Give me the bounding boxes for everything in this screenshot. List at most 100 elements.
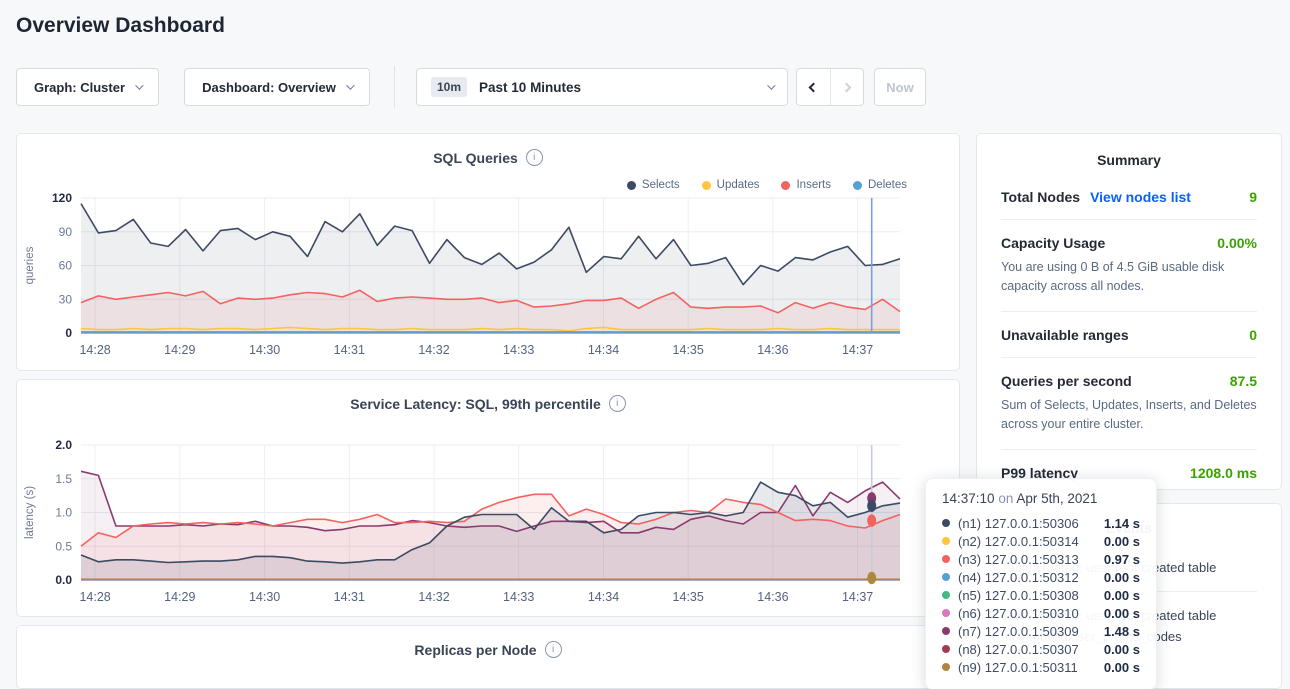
tooltip-node-value: 0.00 s — [1104, 606, 1140, 621]
tooltip-node-value: 0.00 s — [1104, 588, 1140, 603]
legend-dot-icon — [702, 181, 711, 190]
replicas-per-node-title: Replicas per Node — [414, 642, 536, 658]
tooltip-node-row: (n6) 127.0.0.1:50310 0.00 s — [942, 604, 1140, 622]
svg-text:14:29: 14:29 — [164, 590, 195, 604]
svg-text:queries: queries — [24, 246, 36, 284]
svg-text:0.0: 0.0 — [55, 573, 72, 587]
summary-row-description: Sum of Selects, Updates, Inserts, and De… — [1001, 396, 1257, 435]
summary-row-label: Total Nodes — [1001, 189, 1080, 205]
svg-text:14:35: 14:35 — [673, 590, 704, 604]
svg-text:14:33: 14:33 — [503, 343, 534, 357]
tooltip-node-label: (n8) 127.0.0.1:50307 — [958, 642, 1079, 657]
tooltip-node-label: (n4) 127.0.0.1:50312 — [958, 570, 1079, 585]
tooltip-node-label: (n2) 127.0.0.1:50314 — [958, 534, 1079, 549]
tooltip-node-value: 1.14 s — [1104, 516, 1140, 531]
time-window-badge: 10m — [431, 77, 467, 97]
tooltip-node-row: (n9) 127.0.0.1:50311 0.00 s — [942, 658, 1140, 676]
chevron-right-icon — [842, 82, 852, 92]
info-icon[interactable]: i — [545, 641, 562, 658]
summary-row: Queries per second 87.5 Sum of Selects, … — [1001, 357, 1257, 449]
summary-row-value: 0.00% — [1217, 235, 1257, 251]
tooltip-node-row: (n3) 127.0.0.1:50313 0.97 s — [942, 550, 1140, 568]
summary-row-label: Queries per second — [1001, 373, 1132, 389]
svg-text:120: 120 — [52, 191, 72, 205]
tooltip-node-row: (n4) 127.0.0.1:50312 0.00 s — [942, 568, 1140, 586]
summary-row-value: 0 — [1249, 327, 1257, 343]
summary-row-description: You are using 0 B of 4.5 GiB usable disk… — [1001, 258, 1257, 297]
service-latency-title: Service Latency: SQL, 99th percentile — [350, 396, 601, 412]
chevron-down-icon — [767, 81, 775, 89]
sql-queries-title: SQL Queries — [433, 150, 518, 166]
svg-text:0.5: 0.5 — [55, 539, 72, 553]
summary-title: Summary — [1001, 152, 1257, 168]
svg-text:14:30: 14:30 — [249, 590, 280, 604]
time-window-label: Past 10 Minutes — [479, 80, 755, 95]
svg-text:14:37: 14:37 — [842, 590, 873, 604]
replicas-per-node-card: Replicas per Node i — [16, 625, 960, 689]
tooltip-node-row: (n1) 127.0.0.1:50306 1.14 s — [942, 514, 1140, 532]
previous-time-button[interactable] — [797, 69, 830, 105]
legend-dot-icon — [627, 181, 636, 190]
next-time-button[interactable] — [830, 69, 863, 105]
tooltip-node-value: 0.00 s — [1104, 660, 1140, 675]
tooltip-node-value: 0.97 s — [1104, 552, 1140, 567]
tooltip-node-value: 1.48 s — [1104, 624, 1140, 639]
svg-text:14:36: 14:36 — [757, 590, 788, 604]
tooltip-node-value: 0.00 s — [1104, 570, 1140, 585]
svg-text:1.5: 1.5 — [55, 472, 72, 486]
svg-text:30: 30 — [59, 292, 73, 306]
controls-divider — [394, 66, 395, 108]
info-icon[interactable]: i — [526, 149, 543, 166]
series-dot-icon — [942, 519, 950, 527]
legend-dot-icon — [781, 181, 790, 190]
svg-text:14:34: 14:34 — [588, 590, 619, 604]
svg-text:0: 0 — [65, 326, 72, 340]
time-range-dropdown[interactable]: 10m Past 10 Minutes — [416, 68, 788, 106]
view-nodes-list-link[interactable]: View nodes list — [1090, 189, 1191, 205]
svg-text:14:31: 14:31 — [334, 590, 365, 604]
sql-queries-card: SQL Queries i Selects Updates Inserts De… — [16, 133, 960, 371]
svg-text:1.0: 1.0 — [55, 506, 72, 520]
info-icon[interactable]: i — [609, 395, 626, 412]
series-dot-icon — [942, 573, 950, 581]
svg-text:14:28: 14:28 — [79, 343, 110, 357]
svg-text:14:31: 14:31 — [334, 343, 365, 357]
tooltip-node-label: (n1) 127.0.0.1:50306 — [958, 516, 1079, 531]
service-latency-card: Service Latency: SQL, 99th percentile i … — [16, 379, 960, 617]
series-dot-icon — [942, 609, 950, 617]
tooltip-node-label: (n6) 127.0.0.1:50310 — [958, 606, 1079, 621]
sql-queries-chart[interactable]: 030609012014:2814:2914:3014:3114:3214:33… — [17, 190, 906, 373]
dashboard-selector-dropdown[interactable]: Dashboard: Overview — [184, 68, 370, 106]
tooltip-node-label: (n5) 127.0.0.1:50308 — [958, 588, 1079, 603]
chart-hover-tooltip: 14:37:10 on Apr 5th, 2021 (n1) 127.0.0.1… — [925, 478, 1157, 689]
svg-text:14:33: 14:33 — [503, 590, 534, 604]
series-dot-icon — [942, 627, 950, 635]
svg-text:60: 60 — [59, 259, 73, 273]
tooltip-timestamp: 14:37:10 on Apr 5th, 2021 — [942, 491, 1140, 506]
summary-row-label: Capacity Usage — [1001, 235, 1105, 251]
svg-text:90: 90 — [59, 225, 73, 239]
series-dot-icon — [942, 537, 950, 545]
tooltip-node-value: 0.00 s — [1104, 534, 1140, 549]
tooltip-node-row: (n5) 127.0.0.1:50308 0.00 s — [942, 586, 1140, 604]
graph-selector-dropdown[interactable]: Graph: Cluster — [16, 68, 159, 106]
svg-text:14:30: 14:30 — [249, 343, 280, 357]
graph-selector-label: Graph: Cluster — [34, 80, 125, 95]
svg-text:14:36: 14:36 — [757, 343, 788, 357]
summary-row-label: Unavailable ranges — [1001, 327, 1129, 343]
tooltip-node-row: (n7) 127.0.0.1:50309 1.48 s — [942, 622, 1140, 640]
svg-text:14:32: 14:32 — [418, 590, 449, 604]
chevron-down-icon — [135, 81, 143, 89]
service-latency-chart[interactable]: 0.00.51.01.52.014:2814:2914:3014:3114:32… — [17, 437, 906, 620]
summary-row: Unavailable ranges 0 — [1001, 311, 1257, 357]
now-button[interactable]: Now — [874, 68, 926, 106]
tooltip-node-value: 0.00 s — [1104, 642, 1140, 657]
svg-text:2.0: 2.0 — [55, 438, 72, 452]
chevron-down-icon — [346, 81, 354, 89]
svg-text:14:35: 14:35 — [673, 343, 704, 357]
legend-dot-icon — [853, 181, 862, 190]
series-dot-icon — [942, 555, 950, 563]
page-title: Overview Dashboard — [16, 14, 225, 38]
tooltip-node-label: (n3) 127.0.0.1:50313 — [958, 552, 1079, 567]
tooltip-node-row: (n2) 127.0.0.1:50314 0.00 s — [942, 532, 1140, 550]
